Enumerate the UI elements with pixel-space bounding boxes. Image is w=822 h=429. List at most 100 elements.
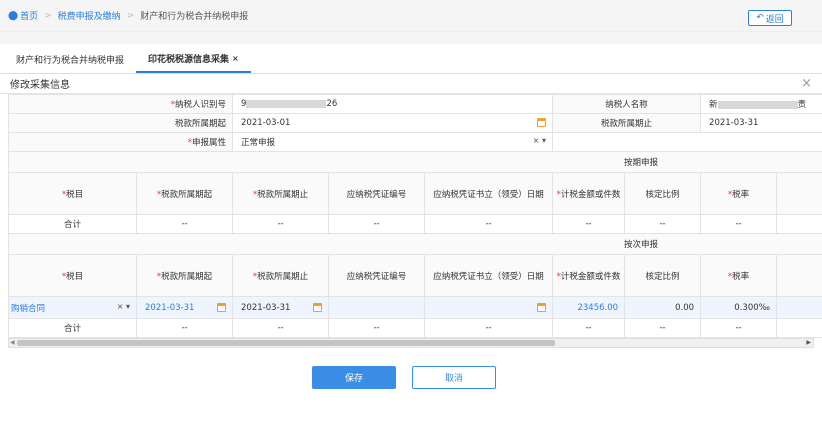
sum-cell <box>776 318 822 338</box>
empty-cell <box>776 296 822 319</box>
sum-label: 合计 <box>8 318 137 338</box>
period-end-value: 2021-03-31 <box>700 113 822 133</box>
row-start-value: 2021-03-31 <box>145 302 195 313</box>
col-header-label: 税款所属期止 <box>257 189 309 200</box>
location-pin-icon: ⬤ <box>8 10 19 21</box>
scrollbar-thumb[interactable] <box>17 340 555 346</box>
col-header: *税目 <box>8 172 137 215</box>
sum-cell: -- <box>552 214 626 234</box>
save-button[interactable]: 保存 <box>312 366 396 389</box>
sum-cell: -- <box>700 318 778 338</box>
voucher-number-input[interactable] <box>328 296 426 319</box>
col-header: *税率 <box>700 254 778 297</box>
col-header: *计税金额或件数 <box>552 172 626 215</box>
empty-cell <box>552 132 822 152</box>
col-header: *税款所属期起 <box>135 172 234 215</box>
sum-cell: -- <box>624 214 702 234</box>
col-header-label: 税率 <box>732 271 750 282</box>
breadcrumb-separator: > <box>44 10 52 21</box>
redacted-mask <box>246 99 327 108</box>
taxpayer-name-prefix: 新 <box>709 100 718 110</box>
col-header: 应纳税凭证书立（领受）日期 <box>424 172 554 215</box>
taxpayer-name-suffix: 责 <box>797 100 807 110</box>
col-header: *税目 <box>8 254 137 297</box>
col-header: 应纳税凭证书立（领受）日期 <box>424 254 554 297</box>
breadcrumb-home[interactable]: ⬤ 首页 <box>8 9 38 23</box>
period-start-label: 税款所属期起 <box>8 113 234 133</box>
sum-cell: -- <box>328 318 426 338</box>
scroll-left-arrow-icon[interactable]: ◀ <box>10 339 15 346</box>
cancel-button[interactable]: 取消 <box>412 366 496 389</box>
taxpayer-id-suffix: 26 <box>326 99 338 109</box>
spacer <box>0 32 822 44</box>
calendar-icon[interactable] <box>313 302 323 312</box>
sum-cell: -- <box>135 214 234 234</box>
back-button[interactable]: ↶ 返回 <box>748 10 792 26</box>
sum-cell: -- <box>232 214 330 234</box>
calendar-icon[interactable] <box>217 302 227 312</box>
sum-cell: -- <box>624 318 702 338</box>
col-header-label: 税款所属期止 <box>257 271 309 282</box>
sum-label: 合计 <box>8 214 137 234</box>
section-periodic: 按期申报 <box>8 151 822 173</box>
periodic-header-row: *税目 *税款所属期起 *税款所属期止 应纳税凭证编号 应纳税凭证书立（领受）日… <box>8 172 822 215</box>
col-header: 核定比例 <box>624 254 702 297</box>
close-icon[interactable]: × <box>801 76 812 91</box>
period-start-field[interactable]: 2021-03-01 <box>232 113 554 133</box>
tab-label: 印花税税源信息采集 <box>148 54 230 65</box>
per-item-header-row: *税目 *税款所属期起 *税款所属期止 应纳税凭证编号 应纳税凭证书立（领受）日… <box>8 254 822 297</box>
sum-cell <box>776 214 822 234</box>
section-per-item: 按次申报 <box>8 233 822 255</box>
calendar-icon[interactable] <box>537 118 547 127</box>
top-bar: ⬤ 首页 > 税费申报及缴纳 > 财产和行为税合并纳税申报 ↶ 返回 <box>0 0 822 32</box>
taxpayer-id-value: 9 26 <box>232 94 554 114</box>
return-arrow-icon: ↶ <box>756 13 764 23</box>
tab-label: 财产和行为税合并纳税申报 <box>16 55 125 66</box>
tab-close-icon[interactable]: × <box>232 54 239 63</box>
attr-label: 申报属性 <box>192 138 227 148</box>
tax-item-value: 购销合同 <box>11 303 46 314</box>
taxpayer-name-value: 新责 <box>700 94 822 114</box>
col-header: *税款所属期止 <box>232 254 330 297</box>
tab-stamp-tax-source[interactable]: 印花税税源信息采集 × <box>136 45 251 73</box>
col-header-label: 税款所属期起 <box>161 271 213 282</box>
row-end-field[interactable]: 2021-03-31 <box>232 296 330 319</box>
tab-property-tax[interactable]: 财产和行为税合并纳税申报 <box>4 45 136 73</box>
breadcrumb-level1[interactable]: 税费申报及缴纳 <box>58 9 121 22</box>
sum-cell: -- <box>424 318 554 338</box>
taxpayer-name-label: 纳税人名称 <box>552 94 702 114</box>
clear-dropdown-icon[interactable]: × ▾ <box>533 136 546 145</box>
voucher-date-field[interactable] <box>424 296 554 319</box>
taxpayer-id-label: 纳税人识别号 <box>175 100 227 110</box>
ratio-input[interactable]: 0.00 <box>624 296 702 319</box>
col-header <box>776 254 822 297</box>
sum-cell: -- <box>700 214 778 234</box>
scroll-right-arrow-icon[interactable]: ▶ <box>806 339 811 346</box>
attr-select[interactable]: 正常申报 × ▾ <box>232 132 554 152</box>
sum-cell: -- <box>552 318 626 338</box>
horizontal-scrollbar[interactable]: ◀ ▶ <box>8 338 814 348</box>
breadcrumb-separator: > <box>126 10 135 21</box>
form-table: *纳税人识别号 9 26 纳税人名称 新责 税款所属期起 2021-03-01 税… <box>8 94 822 338</box>
clear-dropdown-icon[interactable]: × ▾ <box>117 302 130 311</box>
col-header-label: 税目 <box>66 271 84 282</box>
calendar-icon[interactable] <box>537 303 547 312</box>
col-header-label: 税目 <box>66 189 84 200</box>
col-header-label: 计税金额或件数 <box>560 271 621 282</box>
breadcrumb-home-label[interactable]: 首页 <box>20 9 38 22</box>
row-end-value: 2021-03-31 <box>241 302 291 313</box>
tab-bar: 财产和行为税合并纳税申报 印花税税源信息采集 × <box>0 44 822 74</box>
attr-value: 正常申报 <box>241 138 276 148</box>
col-header <box>776 172 822 215</box>
periodic-sum-row: 合计 -- -- -- -- -- -- -- <box>8 214 822 234</box>
amount-input[interactable]: 23456.00 <box>552 296 626 319</box>
panel-header: 修改采集信息 × <box>0 74 822 94</box>
taxpayer-id-label-cell: *纳税人识别号 <box>8 94 234 114</box>
row-start-field[interactable]: 2021-03-31 <box>135 296 234 319</box>
tax-item-select[interactable]: 购销合同 × ▾ <box>8 296 137 319</box>
col-header: *税款所属期起 <box>135 254 234 297</box>
table-row: 购销合同 × ▾ 2021-03-31 2021-03-31 23456.00 0… <box>8 296 822 319</box>
sum-cell: -- <box>232 318 330 338</box>
breadcrumb: ⬤ 首页 > 税费申报及缴纳 > 财产和行为税合并纳税申报 <box>8 9 248 23</box>
per-item-sum-row: 合计 -- -- -- -- -- -- -- <box>8 318 822 338</box>
